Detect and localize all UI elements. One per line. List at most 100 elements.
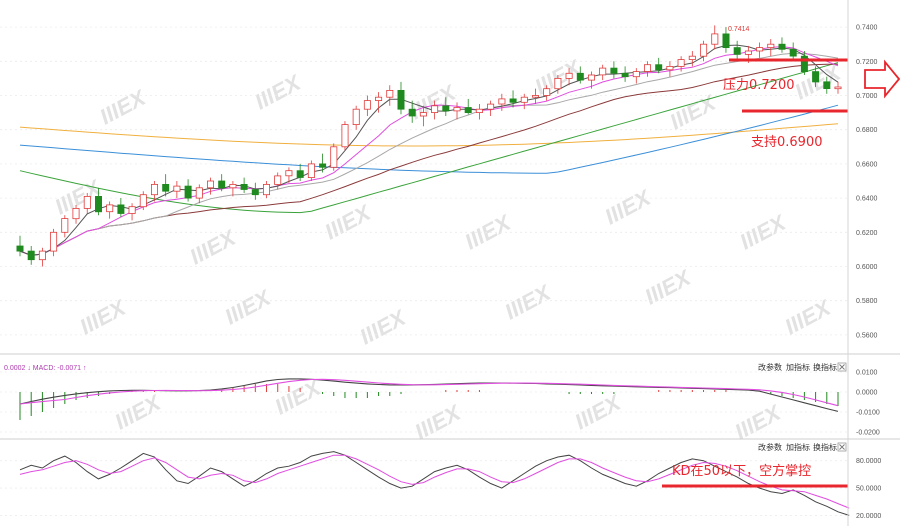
macd-tick-label: 0.0000 bbox=[856, 390, 878, 397]
candle-body bbox=[251, 189, 259, 196]
price-tick-label: 0.6600 bbox=[856, 161, 878, 168]
candle-body bbox=[274, 175, 282, 185]
candle-body bbox=[543, 88, 551, 96]
candle-body bbox=[419, 112, 427, 117]
kd-tick-label: 50.0000 bbox=[856, 486, 881, 493]
candle-body bbox=[240, 183, 248, 190]
candle-body bbox=[789, 48, 797, 57]
price-tick-label: 0.7000 bbox=[856, 93, 878, 100]
price-tick-label: 0.5600 bbox=[856, 332, 878, 339]
candle-body bbox=[375, 96, 383, 101]
candle-body bbox=[464, 107, 472, 113]
candle-body bbox=[722, 33, 730, 49]
candle-body bbox=[621, 72, 629, 78]
candle-body bbox=[823, 81, 831, 90]
kd-axis: 80.0000 50.0000 20.0000 bbox=[856, 458, 881, 520]
candle-body bbox=[520, 96, 528, 103]
macd-edit-params-button[interactable]: 改参数 bbox=[758, 362, 782, 372]
candle-body bbox=[453, 107, 461, 112]
macd-switch-indicator-button[interactable]: 换指标 bbox=[813, 362, 837, 372]
watermark-layer: IIIEX IIIEX IIIEX IIIEX IIIEX IIIEX IIIEX IIIEX… bbox=[51, 54, 846, 444]
candle-body bbox=[576, 72, 584, 81]
main-price-grid bbox=[0, 26, 848, 336]
candle-body bbox=[206, 180, 214, 189]
watermark-text: IIIEX bbox=[96, 84, 151, 129]
candle-body bbox=[106, 204, 114, 213]
forex-chart-stage: IIIEX IIIEX IIIEX IIIEX IIIEX IIIEX IIIEX IIIEX… bbox=[0, 0, 900, 526]
kd-edit-params-button[interactable]: 改参数 bbox=[758, 442, 782, 452]
candle-body bbox=[352, 108, 360, 125]
candle-body bbox=[610, 67, 618, 74]
candle-body bbox=[554, 78, 562, 90]
candle-body bbox=[307, 163, 315, 178]
candle-body bbox=[431, 105, 439, 114]
candle-body bbox=[588, 74, 596, 81]
watermark-text: IIIEX bbox=[501, 279, 556, 324]
candle-body bbox=[442, 105, 450, 112]
candle-body bbox=[184, 185, 192, 199]
watermark-text: IIIEX bbox=[221, 284, 276, 329]
watermark-text: IIIEX bbox=[641, 264, 696, 309]
macd-tick-label: -0.0100 bbox=[856, 410, 880, 417]
price-tick-label: 0.6400 bbox=[856, 196, 878, 203]
watermark-text: IIIEX bbox=[76, 294, 131, 339]
peak-price-label: 0.7414 bbox=[728, 26, 750, 33]
hollow-right-arrow-icon bbox=[864, 59, 900, 99]
candle-body bbox=[386, 90, 394, 98]
kd-k-line bbox=[19, 451, 850, 516]
candle-body bbox=[218, 180, 226, 189]
candle-body bbox=[677, 59, 685, 67]
kd-add-indicator-button[interactable]: 加指标 bbox=[786, 442, 810, 452]
moving-average-line bbox=[19, 62, 839, 214]
candle-body bbox=[16, 245, 24, 252]
price-tick-label: 0.5800 bbox=[856, 298, 878, 305]
watermark-text: IIIEX bbox=[111, 389, 166, 434]
candle-body bbox=[711, 33, 719, 45]
candle-body bbox=[173, 185, 181, 192]
candle-body bbox=[363, 100, 371, 110]
candle-body bbox=[509, 98, 517, 103]
candle-body bbox=[229, 183, 237, 189]
candle-body bbox=[27, 250, 35, 261]
kd-close-icon[interactable] bbox=[837, 442, 847, 452]
macd-close-icon[interactable] bbox=[837, 362, 847, 372]
price-tick-label: 0.7400 bbox=[856, 25, 878, 32]
candle-body bbox=[756, 47, 764, 52]
candle-body bbox=[262, 183, 270, 196]
candle-body bbox=[688, 55, 696, 61]
resistance-label: 压力0.7200 bbox=[723, 78, 795, 93]
candle-body bbox=[285, 170, 293, 177]
moving-average-line bbox=[19, 44, 839, 256]
candle-body bbox=[195, 187, 203, 199]
kd-lines bbox=[19, 451, 850, 516]
macd-axis: 0.0100 0.0000 -0.0100 -0.0200 bbox=[856, 370, 880, 437]
price-tick-label: 0.7200 bbox=[856, 59, 878, 66]
watermark-text: IIIEX bbox=[356, 304, 411, 349]
candle-body bbox=[397, 90, 405, 110]
candle-body bbox=[834, 86, 842, 90]
candle-body bbox=[565, 72, 573, 79]
watermark-text: IIIEX bbox=[406, 79, 461, 124]
price-tick-label: 0.6000 bbox=[856, 264, 878, 271]
candle-body bbox=[599, 67, 607, 76]
candle-body bbox=[139, 194, 147, 208]
candle-body bbox=[150, 183, 158, 196]
macd-add-indicator-button[interactable]: 加指标 bbox=[786, 362, 810, 372]
moving-average-line bbox=[19, 52, 839, 256]
macd-tick-label: 0.0100 bbox=[856, 370, 878, 377]
candle-body bbox=[162, 183, 170, 192]
watermark-text: IIIEX bbox=[601, 184, 656, 229]
price-tick-label: 0.6200 bbox=[856, 230, 878, 237]
candle-body bbox=[778, 43, 786, 50]
price-tick-label: 0.6800 bbox=[856, 127, 878, 134]
watermark-text: IIIEX bbox=[411, 399, 466, 444]
macd-tick-label: -0.0200 bbox=[856, 430, 880, 437]
macd-header-readout: 0.0002 ↓ MACD: -0.0071 ↑ bbox=[4, 365, 87, 372]
moving-average-line bbox=[19, 123, 839, 147]
kd-switch-indicator-button[interactable]: 换指标 bbox=[813, 442, 837, 452]
watermark-text: IIIEX bbox=[731, 399, 786, 444]
candle-body bbox=[341, 124, 349, 148]
candle-body bbox=[666, 66, 674, 71]
candle-body bbox=[296, 170, 304, 178]
kd-annotation: KD在50以下，空方掌控 bbox=[672, 463, 811, 479]
